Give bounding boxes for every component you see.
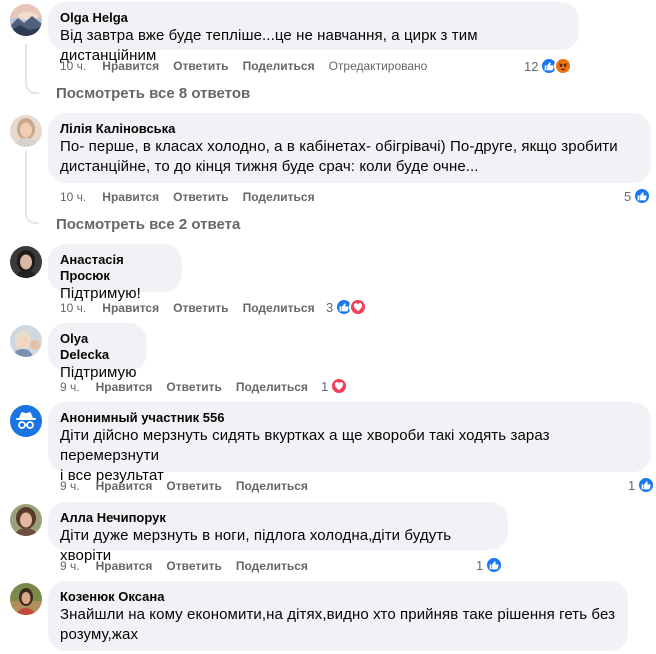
- landscape-avatar-icon: [10, 4, 42, 36]
- avatar[interactable]: [10, 246, 42, 278]
- comment-bubble: Анонимный участник 556 Діти дійсно мерзн…: [48, 402, 651, 484]
- view-replies-link[interactable]: Посмотреть все 8 ответов: [56, 84, 250, 104]
- comment-time[interactable]: 10 ч.: [60, 189, 86, 205]
- comment-author[interactable]: Анастасія Просюк: [60, 252, 170, 284]
- comment-author[interactable]: Olga Helga: [60, 10, 567, 26]
- avatar[interactable]: [10, 325, 42, 357]
- share-button[interactable]: Поделиться: [236, 379, 308, 395]
- comment-actions: 10 ч. Нравится Ответить Поделиться: [60, 189, 329, 205]
- reply-button[interactable]: Ответить: [173, 189, 228, 205]
- comment-author[interactable]: Olya Delecka: [60, 331, 135, 363]
- share-button[interactable]: Поделиться: [236, 478, 308, 494]
- comment-text-line: Діти дійсно мерзнуть сидять вкуртках а щ…: [60, 427, 550, 464]
- comment-actions: 10 ч. Нравится Ответить Поделиться Отредакти…: [60, 58, 441, 74]
- comment-text-line: Знайшли на кому економити,на дітях,видно…: [60, 606, 616, 623]
- reply-button[interactable]: Ответить: [173, 300, 228, 316]
- reaction-summary[interactable]: 1: [628, 476, 656, 494]
- comment-actions: 9 ч. Нравится Ответить Поделиться: [60, 379, 322, 395]
- reaction-count: 1: [321, 378, 329, 394]
- angry-reaction-icon: [554, 57, 573, 75]
- share-button[interactable]: Поделиться: [243, 189, 315, 205]
- comment-time[interactable]: 10 ч.: [60, 58, 86, 74]
- comment-text-line: дистанційне, то до кінця тижня буде срач…: [60, 158, 479, 175]
- thread-curve: [25, 210, 39, 224]
- person-avatar-icon: [10, 115, 42, 147]
- love-reaction-icon: [330, 377, 349, 395]
- comment-text-line: По- перше, в класах холодно, а в кабінет…: [60, 138, 618, 155]
- avatar[interactable]: [10, 583, 42, 615]
- thread-curve: [25, 80, 39, 94]
- person-avatar-icon: [10, 583, 42, 615]
- reaction-count: 3: [326, 299, 334, 315]
- like-reaction-icon: [637, 476, 656, 494]
- reply-button[interactable]: Ответить: [166, 558, 221, 574]
- person-avatar-icon: [10, 504, 42, 536]
- anonymous-avatar-icon: [10, 405, 42, 437]
- avatar[interactable]: [10, 504, 42, 536]
- reaction-summary[interactable]: 3: [326, 298, 368, 316]
- person-avatar-icon: [10, 325, 42, 357]
- comment-author[interactable]: Лілія Каліновська: [60, 121, 639, 137]
- comment-text-line: розуму,жах: [60, 626, 139, 643]
- share-button[interactable]: Поделиться: [236, 558, 308, 574]
- reply-button[interactable]: Ответить: [166, 478, 221, 494]
- love-reaction-icon: [349, 298, 368, 316]
- share-button[interactable]: Поделиться: [243, 58, 315, 74]
- share-button[interactable]: Поделиться: [243, 300, 315, 316]
- reaction-summary[interactable]: 5: [624, 187, 652, 205]
- reaction-count: 1: [476, 557, 484, 573]
- reply-button[interactable]: Ответить: [166, 379, 221, 395]
- comment-bubble: Olga Helga Від завтра вже буде тепліше..…: [48, 2, 579, 64]
- comment-bubble: Лілія Каліновська По- перше, в класах хо…: [48, 113, 651, 183]
- reaction-count: 1: [628, 477, 636, 493]
- comment-author[interactable]: Козенюк Оксана: [60, 589, 616, 605]
- view-replies-link[interactable]: Посмотреть все 2 ответа: [56, 215, 240, 235]
- comment-actions: 9 ч. Нравится Ответить Поделиться: [60, 478, 322, 494]
- like-reaction-icon: [633, 187, 652, 205]
- comment-author[interactable]: Алла Нечипорук: [60, 510, 496, 526]
- like-button[interactable]: Нравится: [102, 300, 159, 316]
- reply-button[interactable]: Ответить: [173, 58, 228, 74]
- like-button[interactable]: Нравится: [102, 189, 159, 205]
- thread-line: [25, 44, 27, 80]
- reaction-summary[interactable]: 12: [524, 57, 573, 75]
- edited-label[interactable]: Отредактировано: [329, 58, 428, 74]
- comment-actions: 9 ч. Нравится Ответить Поделиться: [60, 558, 322, 574]
- comment-actions: 10 ч. Нравится Ответить Поделиться: [60, 300, 329, 316]
- comment-bubble: Козенюк Оксана Знайшли на кому економити…: [48, 581, 628, 651]
- like-reaction-icon: [485, 556, 504, 574]
- comment-bubble: Olya Delecka Підтримую: [48, 323, 147, 381]
- reaction-count: 12: [524, 58, 539, 74]
- reaction-summary[interactable]: 1: [476, 556, 504, 574]
- like-button[interactable]: Нравится: [96, 478, 153, 494]
- person-avatar-icon: [10, 246, 42, 278]
- like-button[interactable]: Нравится: [102, 58, 159, 74]
- like-button[interactable]: Нравится: [96, 558, 153, 574]
- thread-line: [25, 150, 27, 210]
- reaction-count: 5: [624, 188, 632, 204]
- comment-time[interactable]: 9 ч.: [60, 478, 80, 494]
- avatar[interactable]: [10, 115, 42, 147]
- comment-time[interactable]: 9 ч.: [60, 379, 80, 395]
- comment-time[interactable]: 9 ч.: [60, 558, 80, 574]
- comment-bubble: Анастасія Просюк Підтримую!: [48, 244, 182, 302]
- reaction-summary[interactable]: 1: [321, 377, 349, 395]
- avatar[interactable]: [10, 405, 42, 437]
- comment-time[interactable]: 10 ч.: [60, 300, 86, 316]
- comment-author[interactable]: Анонимный участник 556: [60, 410, 639, 426]
- like-button[interactable]: Нравится: [96, 379, 153, 395]
- avatar[interactable]: [10, 4, 42, 36]
- comment-bubble: Алла Нечипорук Діти дуже мерзнуть в ноги…: [48, 502, 508, 564]
